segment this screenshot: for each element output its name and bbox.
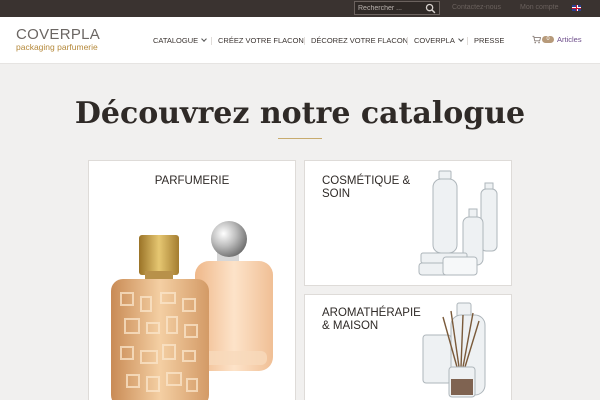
category-label: PARFUMERIE: [154, 175, 230, 187]
category-label: AROMATHÉRAPIE & MAISON: [322, 307, 421, 333]
nav-decorate-bottle[interactable]: DÉCOREZ VOTRE FLACON: [311, 36, 408, 45]
site-header: COVERPLA packaging parfumerie CATALOGUE …: [0, 17, 600, 64]
category-card-aromatherapy[interactable]: AROMATHÉRAPIE & MAISON: [304, 294, 512, 400]
page-title: Découvrez notre catalogue: [74, 96, 526, 131]
search-box: [354, 1, 440, 15]
cart-count-badge: 0: [542, 36, 554, 43]
category-label-line2: SOIN: [322, 188, 351, 200]
title-divider: [278, 138, 322, 139]
category-card-cosmetic[interactable]: COSMÉTIQUE & SOIN: [304, 160, 512, 286]
chevron-down-icon: [458, 36, 464, 42]
account-link[interactable]: Mon compte: [520, 4, 559, 11]
cosmetic-bottles-image: [418, 170, 498, 276]
diffuser-bottles-image: [422, 302, 486, 398]
category-label-line2: & MAISON: [322, 320, 379, 332]
nav-divider: [211, 37, 212, 45]
cart-icon[interactable]: [532, 35, 541, 44]
nav-catalogue-label: CATALOGUE: [153, 36, 199, 45]
nav-create-bottle[interactable]: CRÉEZ VOTRE FLACON: [218, 36, 304, 45]
logo-name: COVERPLA: [16, 26, 101, 43]
chevron-down-icon: [201, 36, 207, 42]
nav-coverpla-label: COVERPLA: [414, 36, 455, 45]
nav-coverpla[interactable]: COVERPLA: [414, 36, 464, 45]
top-bar: Contactez-nous Mon compte: [0, 0, 600, 17]
nav-catalogue[interactable]: CATALOGUE: [153, 36, 207, 45]
category-label-line1: AROMATHÉRAPIE: [322, 307, 421, 319]
logo-tagline: packaging parfumerie: [16, 42, 98, 52]
contact-link[interactable]: Contactez-nous: [452, 4, 501, 11]
category-label-line1: COSMÉTIQUE &: [322, 175, 411, 187]
search-icon[interactable]: [425, 3, 436, 14]
nav-divider: [304, 37, 305, 45]
category-card-perfume[interactable]: PARFUMERIE: [88, 160, 296, 400]
search-input[interactable]: [358, 2, 424, 14]
nav-divider: [467, 37, 468, 45]
nav-press[interactable]: PRESSE: [474, 36, 504, 45]
perfume-bottles-image: [111, 221, 273, 400]
english-flag-icon[interactable]: [572, 5, 581, 11]
cart-link[interactable]: Articles: [557, 35, 582, 44]
category-label: COSMÉTIQUE & SOIN: [322, 175, 410, 201]
nav-divider: [407, 37, 408, 45]
